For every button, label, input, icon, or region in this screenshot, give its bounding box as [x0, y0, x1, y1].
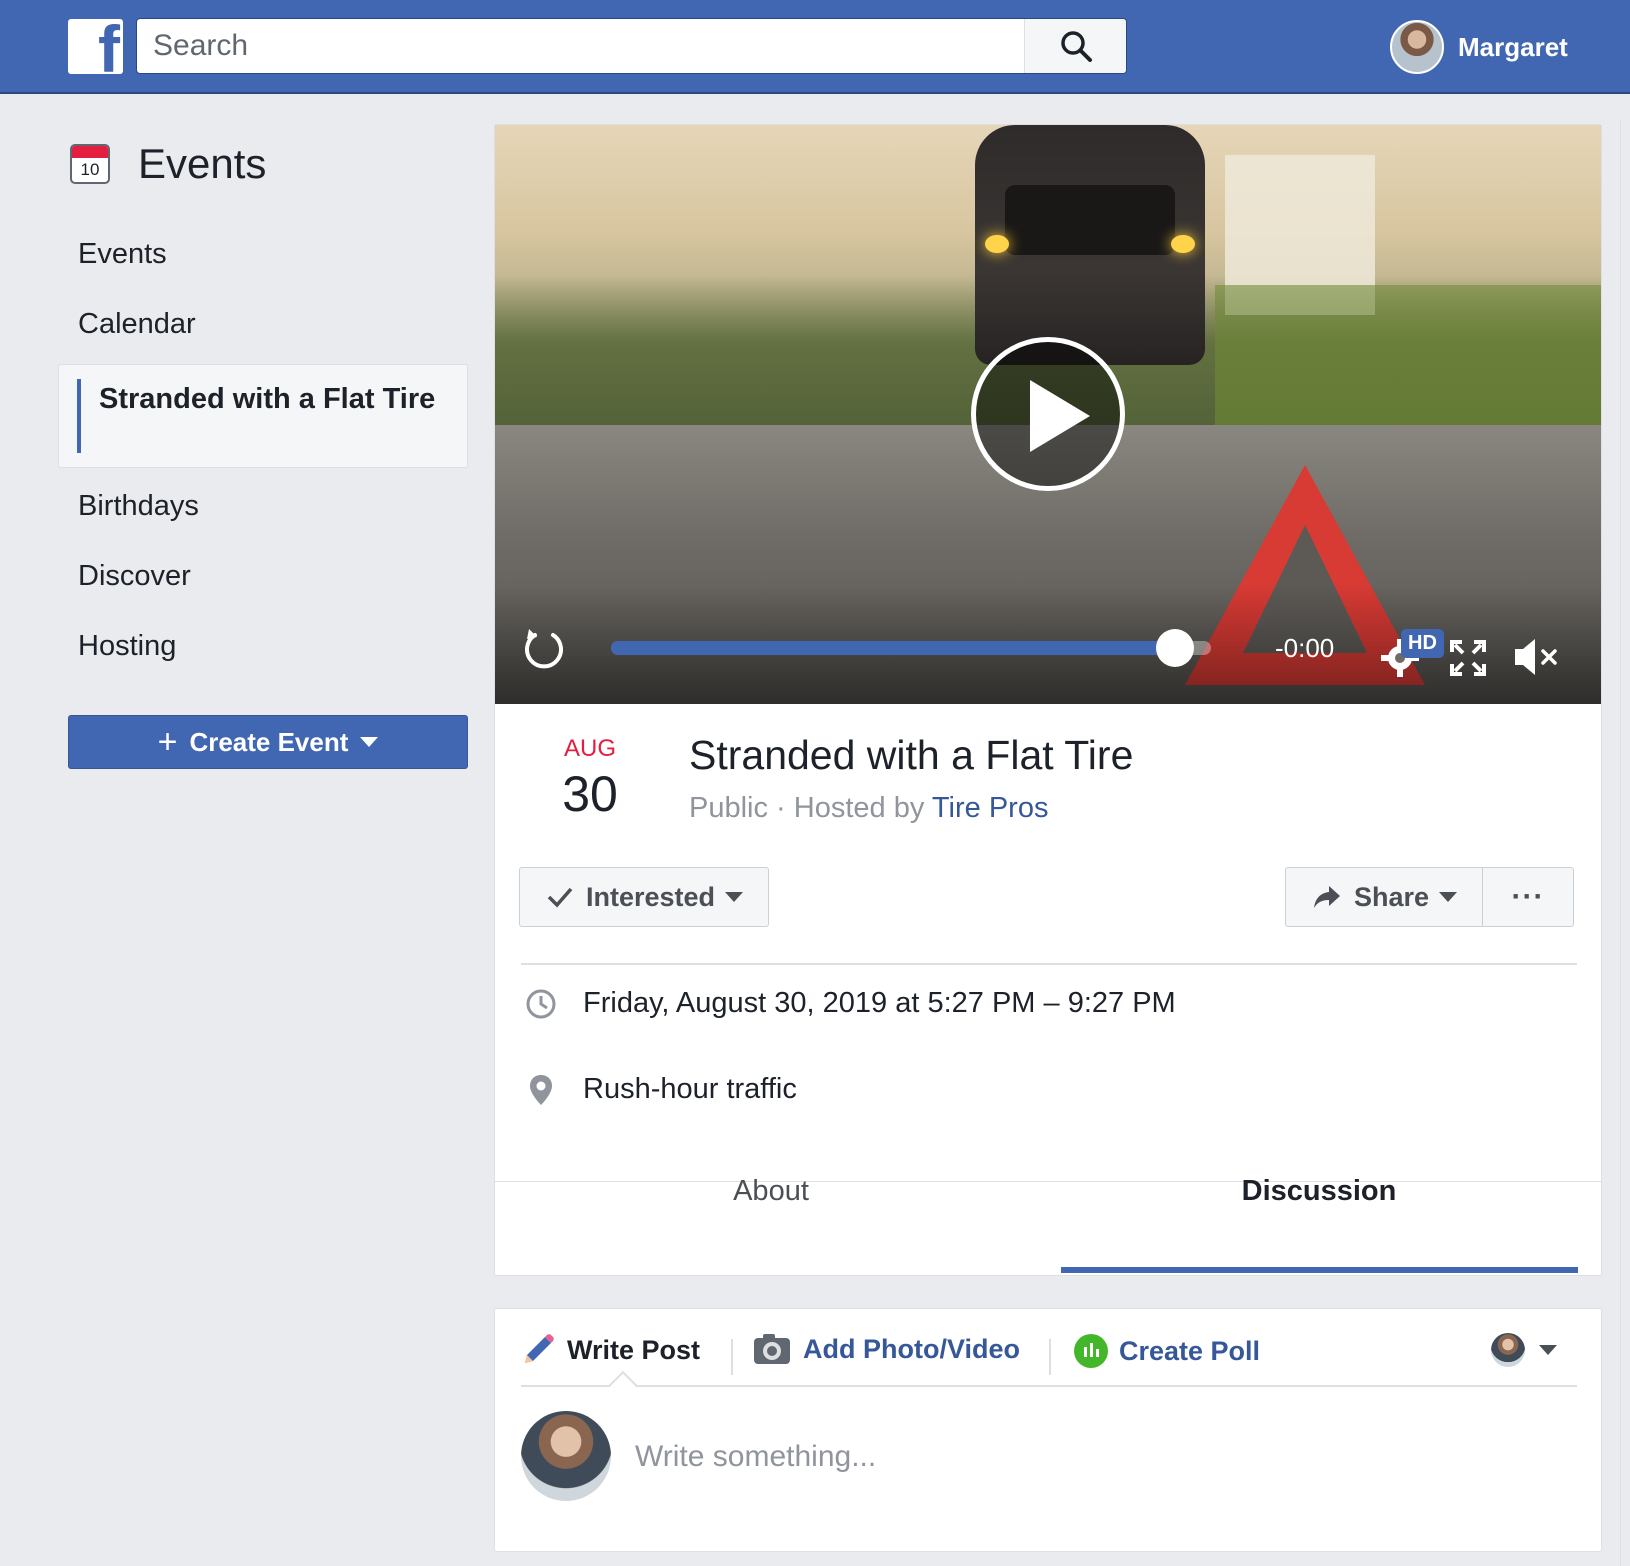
- event-location: Rush-hour traffic: [583, 1073, 797, 1105]
- add-photo-video-label: Add Photo/Video: [803, 1333, 1020, 1364]
- event-privacy: Public: [689, 792, 768, 824]
- event-card: -0:00 HD AUG 30 Stranded with a Flat Tir…: [494, 124, 1602, 1276]
- avatar: [1491, 1333, 1525, 1367]
- sidebar-title: Events: [138, 140, 267, 187]
- chevron-down-icon: [1539, 1345, 1557, 1355]
- create-poll-tab[interactable]: Create Poll: [1073, 1333, 1260, 1369]
- active-tab-indicator: [1061, 1267, 1578, 1273]
- avatar: [1390, 20, 1444, 74]
- sidebar-item-events[interactable]: Events: [78, 238, 167, 271]
- sidebar-item-birthdays[interactable]: Birthdays: [78, 490, 199, 523]
- camera-icon: [754, 1334, 790, 1364]
- event-date-day: 30: [562, 766, 618, 822]
- event-datetime-row: Friday, August 30, 2019 at 5:27 PM – 9:2…: [521, 987, 1176, 1020]
- create-event-label: Create Event: [189, 726, 349, 757]
- tab-discussion[interactable]: Discussion: [1109, 1175, 1529, 1208]
- sidebar-item-label: Stranded with a Flat Tire: [99, 383, 436, 415]
- calendar-icon: 10: [70, 144, 110, 184]
- search-input[interactable]: [137, 19, 1025, 73]
- divider: [521, 1385, 1577, 1387]
- search-bar: [136, 18, 1127, 74]
- share-arrow-icon: [1314, 886, 1340, 908]
- chevron-down-icon: [360, 737, 379, 747]
- separator: [1049, 1339, 1051, 1375]
- fullscreen-icon[interactable]: [1449, 639, 1487, 677]
- subtitle-separator: ·: [768, 792, 794, 824]
- search-button[interactable]: [1024, 19, 1126, 73]
- divider: [521, 963, 1577, 965]
- share-button[interactable]: Share: [1285, 867, 1483, 927]
- location-pin-icon: [530, 1074, 552, 1105]
- cover-video[interactable]: -0:00 HD: [495, 125, 1601, 704]
- play-button[interactable]: [971, 337, 1125, 491]
- sidebar-header: 10 Events: [70, 140, 266, 188]
- right-column-edge: [1620, 120, 1630, 1566]
- search-icon: [1060, 31, 1092, 62]
- avatar: [521, 1411, 611, 1501]
- event-location-row: Rush-hour traffic: [521, 1073, 797, 1106]
- plus-icon: +: [157, 723, 178, 761]
- poll-icon: [1074, 1334, 1108, 1368]
- event-subtitle: Public · Hosted by Tire Pros: [689, 792, 1048, 825]
- event-title: Stranded with a Flat Tire: [689, 732, 1134, 778]
- progress-bar[interactable]: [611, 629, 1211, 667]
- interested-button[interactable]: Interested: [519, 867, 769, 927]
- hd-badge: HD: [1401, 629, 1444, 658]
- write-post-label: Write Post: [567, 1334, 701, 1365]
- sidebar-item-calendar[interactable]: Calendar: [78, 308, 196, 341]
- add-photo-video-tab[interactable]: Add Photo/Video: [753, 1333, 1020, 1365]
- play-icon: [1030, 380, 1090, 452]
- time-remaining: -0:00: [1275, 633, 1335, 663]
- car-image: [975, 125, 1205, 365]
- chevron-down-icon: [1439, 892, 1458, 902]
- tab-about[interactable]: About: [561, 1175, 981, 1208]
- event-date-month: AUG: [563, 735, 616, 762]
- create-event-button[interactable]: + Create Event: [68, 715, 468, 769]
- profile-name: Margaret: [1458, 31, 1568, 62]
- progress-handle[interactable]: [1156, 629, 1194, 667]
- replay-icon[interactable]: [521, 625, 567, 671]
- clock-icon: [526, 989, 556, 1018]
- interested-label: Interested: [586, 881, 716, 912]
- top-navigation-bar: f Margaret: [0, 0, 1630, 94]
- share-label: Share: [1354, 881, 1430, 912]
- sidebar-item-discover[interactable]: Discover: [78, 560, 191, 593]
- mute-icon[interactable]: [1511, 635, 1563, 679]
- event-host-link[interactable]: Tire Pros: [932, 792, 1049, 824]
- more-icon: ···: [1511, 880, 1545, 913]
- create-poll-label: Create Poll: [1119, 1335, 1261, 1366]
- checkmark-icon: [547, 887, 573, 908]
- profile-link[interactable]: Margaret: [1390, 19, 1568, 75]
- post-composer: Write Post Add Photo/Video Create Poll: [494, 1308, 1602, 1552]
- write-post-tab[interactable]: Write Post: [521, 1333, 700, 1367]
- progress-fill: [611, 641, 1175, 655]
- event-datetime: Friday, August 30, 2019 at 5:27 PM – 9:2…: [583, 987, 1176, 1019]
- active-tab-notch: [608, 1370, 638, 1400]
- pencil-icon: [525, 1334, 554, 1363]
- separator: [731, 1339, 733, 1375]
- facebook-logo-icon[interactable]: f: [68, 19, 123, 74]
- post-as-selector[interactable]: [1491, 1333, 1557, 1367]
- sidebar-item-current-event[interactable]: Stranded with a Flat Tire: [58, 364, 468, 468]
- hosted-by-label: Hosted by: [793, 792, 932, 824]
- more-options-button[interactable]: ···: [1482, 867, 1574, 927]
- write-something-input[interactable]: [635, 1429, 1535, 1485]
- sidebar-item-hosting[interactable]: Hosting: [78, 630, 176, 663]
- chevron-down-icon: [725, 892, 744, 902]
- active-indicator: [77, 379, 81, 453]
